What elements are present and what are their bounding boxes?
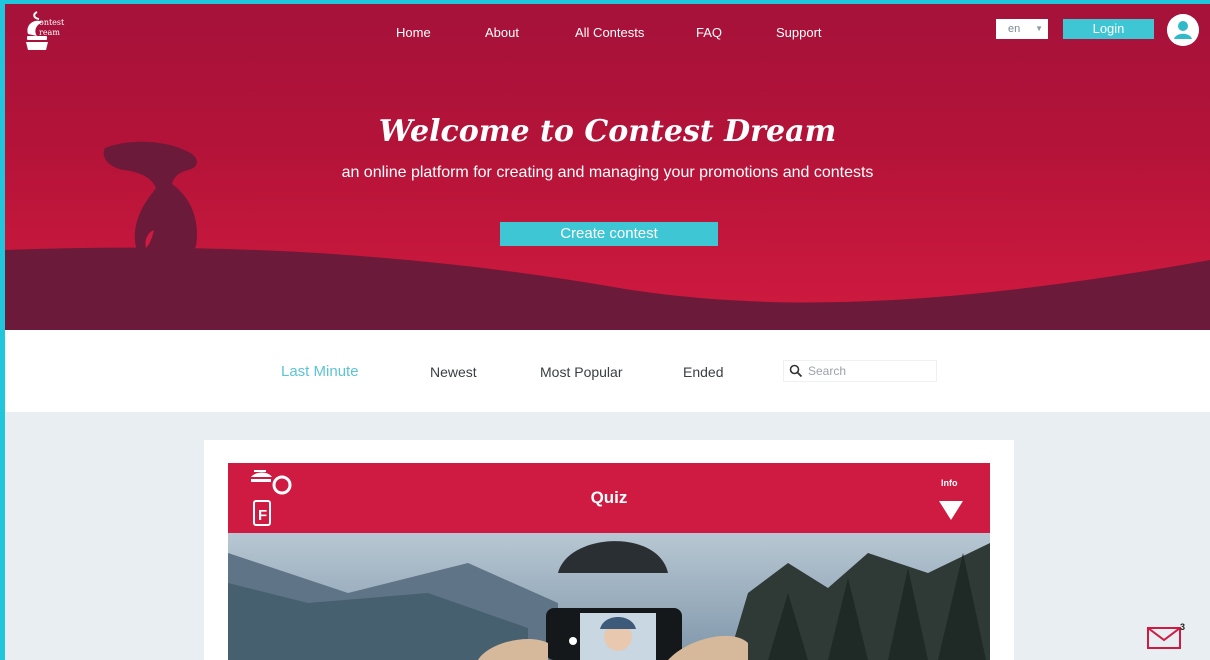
tab-last-minute[interactable]: Last Minute	[281, 362, 359, 382]
language-select[interactable]: en ▼	[996, 19, 1048, 39]
language-value: en	[1008, 23, 1021, 35]
nav-faq[interactable]: FAQ	[696, 23, 722, 43]
search-input[interactable]	[808, 361, 928, 381]
search-icon	[789, 364, 803, 378]
tab-most-popular[interactable]: Most Popular	[540, 362, 622, 382]
svg-text:F: F	[258, 507, 267, 524]
search-box[interactable]	[783, 360, 937, 382]
hero-title: Welcome to Contest Dream	[378, 114, 837, 149]
contest-cover-image	[228, 533, 990, 660]
top-accent-bar	[0, 0, 1210, 4]
triangle-down-icon[interactable]	[938, 499, 964, 521]
rabbit-silhouette-icon	[103, 141, 197, 256]
contest-card[interactable]: F Quiz Info	[204, 440, 1014, 660]
contest-card-header: F Quiz Info	[228, 463, 990, 533]
nav-all-contests[interactable]: All Contests	[575, 23, 644, 43]
hero-subtitle: an online platform for creating and mana…	[341, 164, 874, 181]
create-contest-button[interactable]: Create contest	[500, 222, 718, 246]
nav-about[interactable]: About	[485, 23, 519, 43]
contest-filter-bar: Last Minute Newest Most Popular Ended	[5, 330, 1210, 412]
left-accent-bar	[0, 0, 5, 660]
tab-newest[interactable]: Newest	[430, 362, 477, 382]
info-label[interactable]: Info	[941, 478, 958, 488]
contest-title: Quiz	[590, 488, 628, 507]
nav-home[interactable]: Home	[396, 23, 431, 43]
login-button[interactable]: Login	[1063, 19, 1154, 39]
user-avatar-icon[interactable]	[1167, 14, 1199, 46]
hero-banner: ontest ream Home About All Contests FAQ …	[5, 4, 1210, 330]
tab-ended[interactable]: Ended	[683, 362, 723, 382]
nav-support[interactable]: Support	[776, 23, 822, 43]
chevron-down-icon: ▼	[1035, 24, 1043, 33]
message-count-badge: 3	[1180, 622, 1186, 632]
